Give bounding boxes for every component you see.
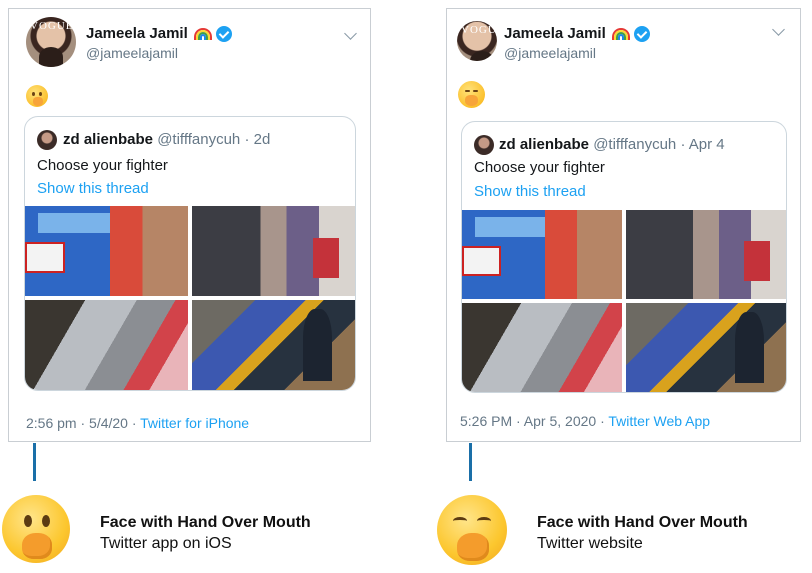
photo-shopping-cart[interactable] [462, 303, 622, 392]
timestamp[interactable]: 2:56 pm · 5/4/20 · [26, 415, 137, 431]
photo-checkout-cashier[interactable] [626, 210, 786, 299]
photo-water-bottles[interactable] [462, 210, 622, 299]
chevron-down-icon[interactable] [344, 27, 357, 40]
caption-subtitle-left: Twitter app on iOS [100, 535, 232, 552]
quoted-name[interactable]: zd alienbabe [63, 131, 153, 148]
quoted-tweet[interactable]: zd alienbabe @tifffanycuh · 2d Choose yo… [24, 116, 356, 391]
verified-badge-icon [215, 25, 232, 42]
author-avatar[interactable]: VOGUE [457, 21, 497, 61]
hand-over-mouth-emoji-icon [458, 81, 485, 108]
connector-line-right [469, 443, 472, 481]
source-link[interactable]: Twitter Web App [608, 413, 710, 429]
quoted-text: Choose your fighter [37, 157, 168, 174]
tweet-footer: 5:26 PM · Apr 5, 2020 · Twitter Web App [460, 413, 710, 429]
photo-checkout-cashier[interactable] [192, 206, 355, 296]
author-name[interactable]: Jameela Jamil [504, 25, 606, 42]
tweet-footer: 2:56 pm · 5/4/20 · Twitter for iPhone [26, 415, 249, 431]
photo-conveyor-belt[interactable] [192, 300, 355, 390]
quoted-time[interactable]: · Apr 4 [680, 136, 724, 153]
caption-title-left: Face with Hand Over Mouth [100, 514, 311, 531]
quoted-tweet[interactable]: zd alienbabe @tifffanycuh · Apr 4 Choose… [461, 121, 787, 393]
show-thread-link[interactable]: Show this thread [474, 183, 586, 200]
quoted-avatar[interactable] [37, 130, 57, 150]
source-link[interactable]: Twitter for iPhone [140, 415, 249, 431]
rainbow-flag-icon [611, 27, 630, 40]
quoted-name[interactable]: zd alienbabe [499, 136, 589, 153]
photo-grid [25, 206, 355, 390]
rainbow-flag-icon [193, 27, 212, 40]
photo-water-bottles[interactable] [25, 206, 188, 296]
author-name-line[interactable]: Jameela Jamil [504, 25, 650, 42]
author-name[interactable]: Jameela Jamil [86, 25, 188, 42]
photo-conveyor-belt[interactable] [626, 303, 786, 392]
connector-line-left [33, 443, 36, 481]
quoted-header: zd alienbabe @tifffanycuh · Apr 4 [499, 136, 725, 153]
tweet-card-ios: VOGUE Jameela Jamil @jameelajamil zd ali… [8, 8, 371, 442]
show-thread-link[interactable]: Show this thread [37, 180, 149, 197]
timestamp[interactable]: 5:26 PM · Apr 5, 2020 · [460, 413, 605, 429]
author-avatar[interactable]: VOGUE [26, 17, 76, 67]
quoted-handle[interactable]: @tifffanycuh [157, 131, 240, 148]
caption-subtitle-right: Twitter website [537, 535, 643, 552]
avatar-masthead: VOGUE [30, 20, 74, 32]
caption-title-right: Face with Hand Over Mouth [537, 514, 748, 531]
author-handle[interactable]: @jameelajamil [86, 45, 178, 61]
hand-over-mouth-emoji-icon [26, 85, 48, 107]
hand-over-mouth-ios-emoji-icon [2, 495, 70, 563]
author-handle[interactable]: @jameelajamil [504, 45, 596, 61]
quoted-header: zd alienbabe @tifffanycuh · 2d [63, 131, 270, 148]
quoted-text: Choose your fighter [474, 159, 605, 176]
chevron-down-icon[interactable] [772, 23, 785, 36]
photo-shopping-cart[interactable] [25, 300, 188, 390]
photo-grid [462, 210, 786, 392]
hand-over-mouth-web-emoji-icon [437, 495, 507, 565]
quoted-avatar[interactable] [474, 135, 494, 155]
quoted-time[interactable]: · 2d [244, 131, 270, 148]
tweet-card-web: VOGUE Jameela Jamil @jameelajamil zd ali… [446, 8, 801, 442]
verified-badge-icon [633, 25, 650, 42]
quoted-handle[interactable]: @tifffanycuh [593, 136, 676, 153]
avatar-masthead: VOGUE [461, 24, 497, 36]
author-name-line[interactable]: Jameela Jamil [86, 25, 232, 42]
